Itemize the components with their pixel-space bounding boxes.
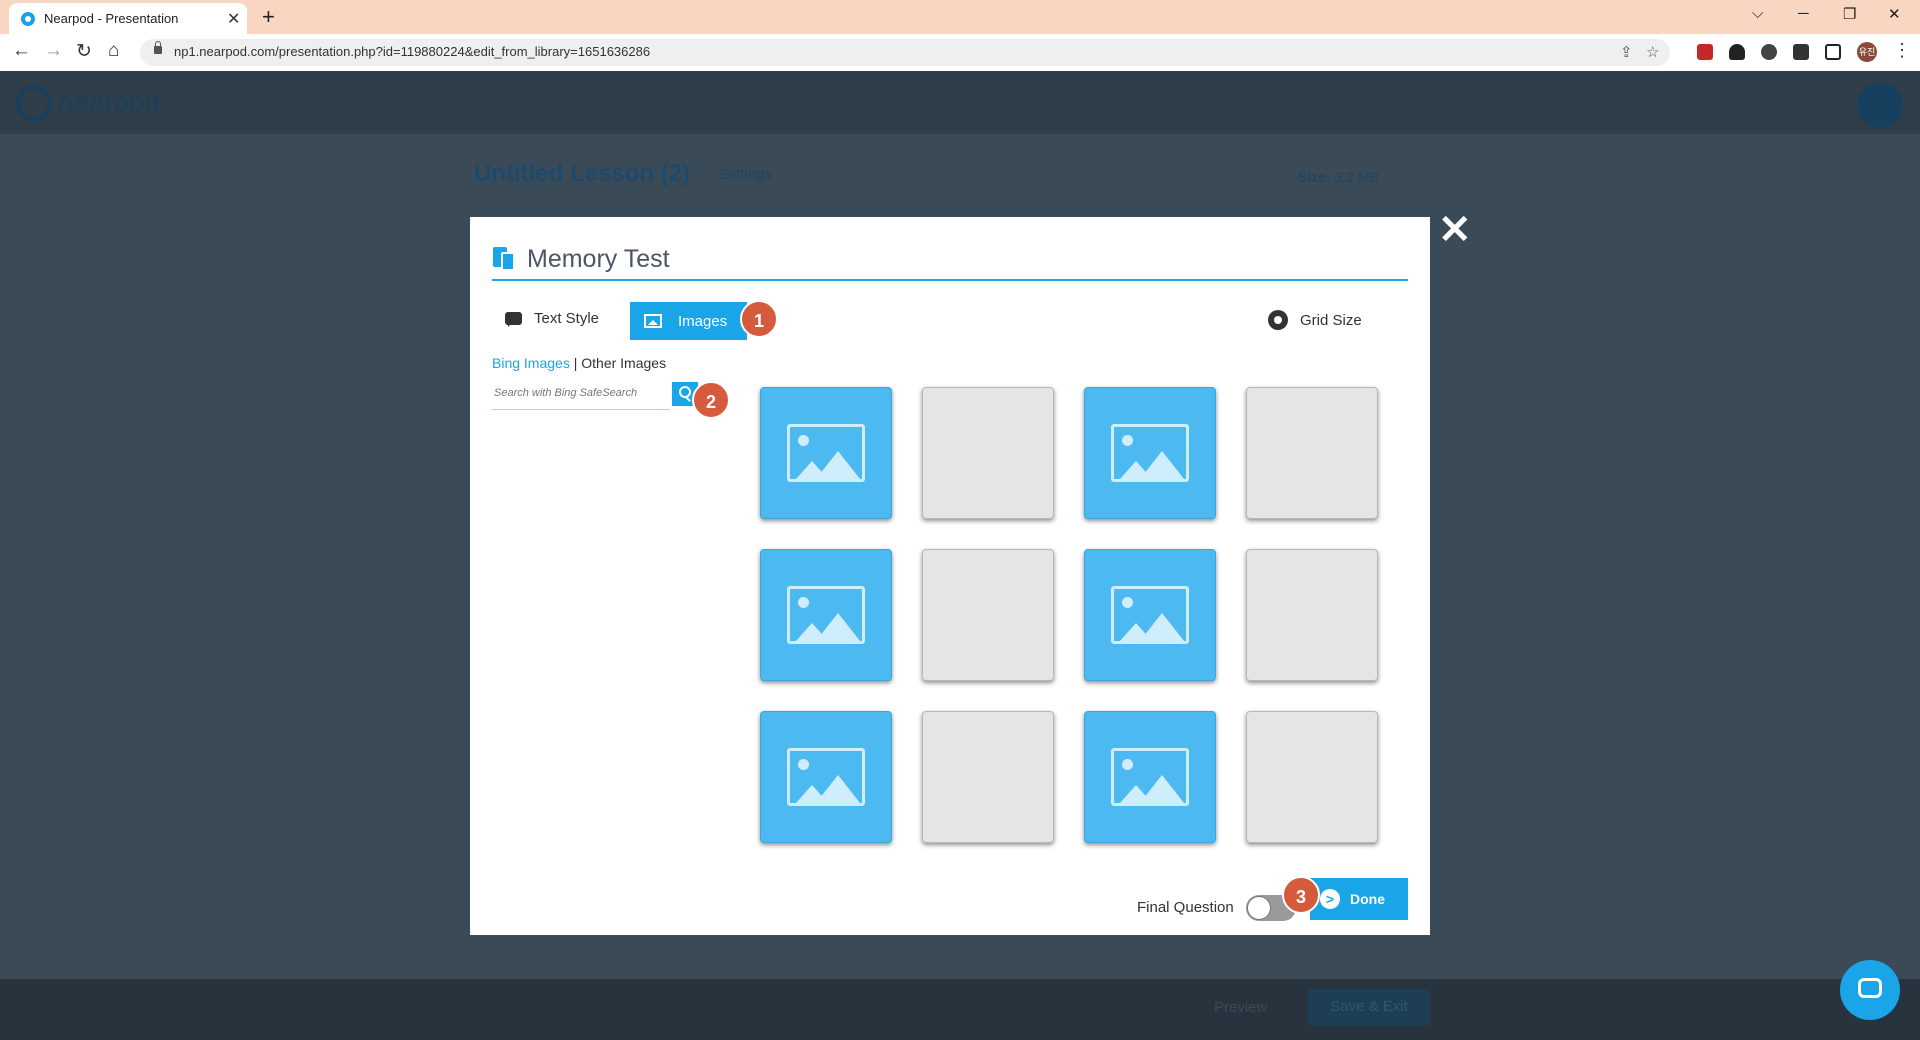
extension-red-icon[interactable] <box>1697 44 1713 60</box>
image-card[interactable] <box>760 387 892 519</box>
grid-size-label: Grid Size <box>1300 311 1362 329</box>
preview-button[interactable]: Preview <box>1214 999 1267 1016</box>
window-close-icon[interactable]: ✕ <box>1888 5 1901 23</box>
address-bar[interactable]: np1.nearpod.com/presentation.php?id=1198… <box>140 39 1670 66</box>
tab-text-style[interactable]: Text Style <box>505 302 599 334</box>
back-icon[interactable]: ← <box>12 40 31 62</box>
image-card[interactable] <box>760 711 892 843</box>
size-value: 3.2 MB <box>1334 169 1379 185</box>
minimize-icon[interactable]: ─ <box>1798 5 1809 22</box>
tab-images-label: Images <box>678 312 728 330</box>
browser-menu-icon[interactable]: ⋮ <box>1893 40 1911 61</box>
image-placeholder-icon <box>787 748 865 806</box>
editor-footer: Preview Save & Exit <box>0 979 1920 1040</box>
tab-title: Nearpod - Presentation <box>44 11 179 26</box>
restore-icon[interactable]: ❐ <box>1843 5 1856 23</box>
source-separator: | <box>573 355 578 371</box>
profile-avatar[interactable]: 유진 <box>1857 42 1877 62</box>
nearpod-logo-text: nearpod <box>58 87 161 117</box>
side-panel-icon[interactable] <box>1825 44 1841 60</box>
browser-tab-bar: Nearpod - Presentation ✕ + ⌵ ─ ❐ ✕ <box>0 0 1920 34</box>
step-badge-2: 2 <box>692 381 730 419</box>
blank-card[interactable] <box>1246 387 1378 519</box>
size-label: Size: <box>1298 169 1331 185</box>
lesson-title[interactable]: Untitled Lesson (2) <box>474 160 690 188</box>
tab-text-style-label: Text Style <box>534 309 600 327</box>
image-source-links: Bing Images | Other Images <box>492 355 666 371</box>
bing-images-link[interactable]: Bing Images <box>492 355 570 371</box>
tab-search-icon[interactable]: ⌵ <box>1752 5 1763 22</box>
memory-test-icon <box>493 247 517 271</box>
grid-size-button[interactable]: Grid Size <box>1268 310 1362 330</box>
blank-card[interactable] <box>922 549 1054 681</box>
image-search-field <box>492 379 670 410</box>
other-images-link[interactable]: Other Images <box>581 355 666 371</box>
browser-toolbar: ← → ↻ ⌂ np1.nearpod.com/presentation.php… <box>0 34 1920 72</box>
memory-card-grid <box>760 387 1378 843</box>
image-placeholder-icon <box>1111 748 1189 806</box>
step-badge-1: 1 <box>740 300 778 338</box>
nearpod-favicon-icon <box>21 12 35 26</box>
app-header: nearpod <box>0 71 1920 134</box>
done-label: Done <box>1350 891 1385 907</box>
memory-test-modal: Memory Test Text Style Images 1 Grid Siz… <box>470 217 1430 935</box>
lesson-settings-link[interactable]: Settings <box>718 166 772 183</box>
modal-title: Memory Test <box>527 245 670 273</box>
user-avatar[interactable] <box>1857 82 1903 128</box>
blank-card[interactable] <box>922 387 1054 519</box>
arrow-right-icon: > <box>1320 889 1340 909</box>
extension-grey-icon[interactable] <box>1761 44 1777 60</box>
home-icon[interactable]: ⌂ <box>108 40 119 62</box>
image-search-input[interactable] <box>492 379 666 407</box>
toggle-knob <box>1247 896 1271 920</box>
extensions-puzzle-icon[interactable] <box>1793 44 1809 60</box>
image-card[interactable] <box>1084 711 1216 843</box>
final-question-label: Final Question <box>1137 899 1234 916</box>
modal-close-icon[interactable]: ✕ <box>1438 210 1472 250</box>
extension-download-icon[interactable] <box>1729 44 1745 60</box>
speech-bubble-icon <box>505 311 522 327</box>
step-badge-3: 3 <box>1282 876 1320 914</box>
url-text[interactable]: np1.nearpod.com/presentation.php?id=1198… <box>174 44 650 59</box>
browser-tab[interactable]: Nearpod - Presentation ✕ <box>9 3 247 34</box>
tab-images[interactable]: Images <box>630 302 747 340</box>
blank-card[interactable] <box>1246 711 1378 843</box>
save-exit-button[interactable]: Save & Exit <box>1308 989 1430 1025</box>
image-card[interactable] <box>1084 549 1216 681</box>
lesson-size: Size: 3.2 MB <box>1298 169 1379 185</box>
forward-icon[interactable]: → <box>44 40 63 62</box>
gear-icon <box>1268 310 1288 330</box>
chat-support-icon[interactable] <box>1840 960 1900 1020</box>
blank-card[interactable] <box>922 711 1054 843</box>
done-button[interactable]: > Done <box>1310 878 1408 920</box>
image-card[interactable] <box>1084 387 1216 519</box>
bookmark-star-icon[interactable]: ☆ <box>1646 43 1659 61</box>
image-card[interactable] <box>760 549 892 681</box>
share-icon[interactable]: ⇪ <box>1620 43 1633 61</box>
image-placeholder-icon <box>1111 424 1189 482</box>
reload-icon[interactable]: ↻ <box>76 40 92 63</box>
image-placeholder-icon <box>787 586 865 644</box>
image-placeholder-icon <box>787 424 865 482</box>
image-placeholder-icon <box>1111 586 1189 644</box>
tab-close-icon[interactable]: ✕ <box>227 9 240 29</box>
image-icon <box>644 314 662 328</box>
nearpod-logo-icon <box>16 85 52 121</box>
blank-card[interactable] <box>1246 549 1378 681</box>
new-tab-button[interactable]: + <box>262 4 275 30</box>
lock-icon <box>154 41 162 54</box>
title-divider <box>492 279 1408 281</box>
